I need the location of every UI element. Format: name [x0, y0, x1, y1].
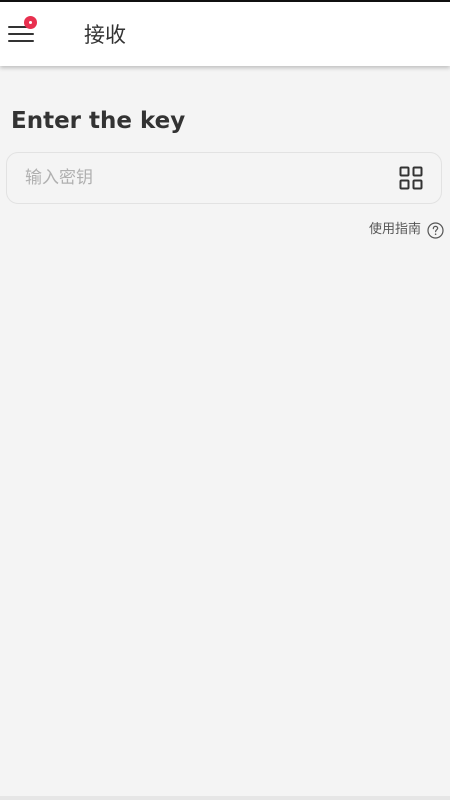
- key-input[interactable]: [25, 153, 385, 203]
- enter-key-heading: Enter the key: [11, 108, 186, 134]
- page-title: 接收: [84, 23, 126, 47]
- usage-guide-link[interactable]: 使用指南: [369, 220, 444, 240]
- usage-guide-label: 使用指南: [368, 222, 421, 237]
- bottom-edge: [0, 796, 450, 800]
- key-field: [6, 152, 442, 204]
- question-circle-icon: [427, 221, 444, 239]
- notification-dot: [24, 16, 37, 29]
- scan-qr-button[interactable]: [399, 166, 423, 190]
- qr-code-icon: [399, 166, 423, 190]
- menu-button[interactable]: [4, 16, 38, 50]
- app-bar: 接收: [0, 2, 450, 66]
